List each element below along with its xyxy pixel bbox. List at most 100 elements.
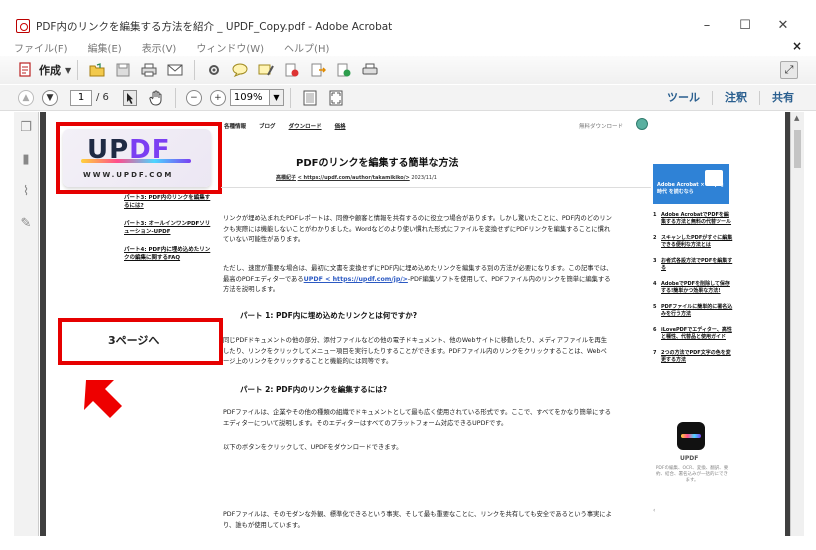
- fit-page-icon[interactable]: [301, 89, 319, 107]
- menu-view[interactable]: 表示(V): [142, 40, 177, 55]
- bookmarks-icon[interactable]: ▮: [19, 152, 33, 168]
- paragraph-links-definition: 同じPDFドキュメントの他の部分、添付ファイルなどの他の電子ドキュメント、他のW…: [223, 337, 608, 365]
- byline-url[interactable]: < https://updf.com/author/takamikiko/>: [298, 175, 410, 181]
- comment-link[interactable]: 注釈: [712, 91, 759, 105]
- close-button[interactable]: ✕: [764, 12, 802, 40]
- minimize-button[interactable]: –: [688, 12, 726, 40]
- toc-item[interactable]: パート3: PDF内のリンクを編集するには?: [124, 194, 214, 210]
- create-button[interactable]: 作成 ▼: [18, 62, 71, 78]
- export-icon[interactable]: [309, 61, 327, 79]
- list-item[interactable]: 6 iLovePDFでエディター、高性と種性、代替品と使用ガイド: [653, 327, 733, 340]
- print-icon[interactable]: [140, 61, 158, 79]
- create-label: 作成: [39, 64, 61, 77]
- highlight-box-page3: 3ページへ: [58, 318, 223, 365]
- list-item[interactable]: 2 スキャンしたPDFがすぐに編集できる便利な方法とは: [653, 235, 733, 248]
- share-link[interactable]: 共有: [759, 91, 806, 105]
- site-nav-price[interactable]: 価格: [335, 122, 346, 130]
- menu-bar: ファイル(F) 編集(E) 表示(V) ウィンドウ(W) ヘルプ(H) ×: [0, 39, 816, 55]
- toc-item[interactable]: パート3: オールインワンPDFソリューション-UPDF: [124, 220, 214, 236]
- updf-link[interactable]: UPDF < https://updf.com/jp/>: [304, 276, 408, 283]
- site-nav-download[interactable]: ダウンロード: [289, 122, 322, 130]
- paragraph-intro: リンクが埋め込まれたPDFレポートは、同僚や顧客と情報を共有するのに役立つ場合が…: [223, 215, 612, 243]
- toolbar-divider: [194, 60, 196, 80]
- updf-app-icon[interactable]: [677, 422, 705, 450]
- article-byline: 高橋紀子 < https://updf.com/author/takamikik…: [276, 174, 437, 181]
- stamp-icon[interactable]: [283, 61, 301, 79]
- zoom-dropdown-chevron-icon[interactable]: ▼: [269, 89, 284, 106]
- banner-text: Adobe Acrobat ×「Tips」時代 を読むなら: [657, 182, 727, 195]
- scan-icon[interactable]: [361, 61, 379, 79]
- full-screen-icon[interactable]: [327, 89, 345, 107]
- menu-edit[interactable]: 編集(E): [88, 40, 122, 55]
- pdf-page: 機能 企業 各種情報 ブログ ダウンロード 価格 無料ダウンロード パート3: …: [46, 112, 785, 536]
- byline-author[interactable]: 高橋紀子: [276, 175, 296, 181]
- app-name: UPDF: [680, 455, 699, 462]
- window-title: PDF内のリンクを編集する方法を紹介 _ UPDF_Copy.pdf - Ado…: [36, 20, 393, 33]
- menu-file[interactable]: ファイル(F): [14, 40, 68, 55]
- list-item[interactable]: 7 2つの方法でPDF文字の色を変更する方法: [653, 350, 733, 363]
- close-document-button[interactable]: ×: [792, 39, 802, 53]
- attachments-icon[interactable]: ⌇: [19, 184, 33, 200]
- logo-stripe: [81, 159, 191, 163]
- zoom-level-input[interactable]: 109%: [229, 89, 270, 106]
- main-toolbar: 作成 ▼ ⤢: [0, 56, 816, 84]
- scroll-thumb[interactable]: [794, 130, 801, 168]
- divider: [221, 187, 651, 188]
- list-item[interactable]: 4 AdobeでPDFを削除して保存する!簡単かつ効果な方法!: [653, 281, 733, 294]
- previous-page-button[interactable]: ▲: [18, 89, 34, 106]
- ad-banner[interactable]: Adobe Acrobat ×「Tips」時代 を読むなら: [653, 164, 729, 204]
- hand-tool-icon[interactable]: [147, 89, 165, 107]
- title-bar: PDF内のリンクを編集する方法を紹介 _ UPDF_Copy.pdf - Ado…: [0, 12, 816, 40]
- save-icon[interactable]: [114, 61, 132, 79]
- create-pdf-icon: [19, 62, 31, 77]
- comment-icon[interactable]: [231, 61, 249, 79]
- table-of-contents: パート3: PDF内のリンクを編集するには? パート3: オールインワンPDFソ…: [124, 194, 214, 272]
- site-nav-info[interactable]: 各種情報: [224, 122, 246, 130]
- navigation-toolbar: ▲ ▼ 1 / 6 − + 109% ▼ ツール 注釈 共有: [0, 85, 816, 111]
- expand-icon[interactable]: ⤢: [780, 61, 798, 79]
- article-heading: PDFのリンクを編集する簡単な方法: [296, 158, 459, 169]
- free-download-link[interactable]: 無料ダウンロード: [579, 122, 623, 130]
- select-tool-icon[interactable]: [121, 89, 139, 107]
- acrobat-logo-icon: [16, 19, 30, 33]
- logo-url: WWW.UPDF.COM: [83, 171, 174, 179]
- acrobat-window: PDF内のリンクを編集する方法を紹介 _ UPDF_Copy.pdf - Ado…: [0, 0, 816, 550]
- combine-icon[interactable]: [335, 61, 353, 79]
- toc-item[interactable]: パート4: PDF内に埋め込めたリンクの編集に関するFAQ: [124, 246, 214, 262]
- signatures-icon[interactable]: ✎: [19, 216, 33, 232]
- chevron-down-icon: ▼: [65, 65, 72, 75]
- paragraph-editor: PDFファイルは、企業やその他の種類の組織でドキュメントとして最も広く使用されて…: [223, 409, 612, 427]
- zoom-in-button[interactable]: +: [209, 89, 226, 106]
- vertical-scrollbar[interactable]: ▲: [790, 112, 804, 536]
- toolbar-divider: [174, 87, 176, 108]
- next-page-button[interactable]: ▼: [42, 89, 58, 106]
- list-item[interactable]: 3 お者式各設方法でPDFを編集する: [653, 258, 733, 271]
- scroll-up-icon[interactable]: ▲: [794, 114, 799, 122]
- paragraph-second: ただし、速度が重要な場合は、最初に文書を変換せずにPDF内に埋め込めたリンクを編…: [223, 265, 613, 293]
- folder-open-icon[interactable]: [88, 61, 106, 79]
- tools-link[interactable]: ツール: [655, 91, 712, 105]
- section-heading-2: パート 2: PDF内のリンクを編集するには?: [240, 385, 388, 394]
- chevron-left-icon[interactable]: ‹: [653, 507, 655, 514]
- list-item[interactable]: 5 PDFファイルに簡単的に署名込みを行う方法: [653, 304, 733, 317]
- settings-icon[interactable]: [205, 61, 223, 79]
- page3-label: 3ページへ: [108, 334, 160, 347]
- updf-logo: UPDF WWW.UPDF.COM: [63, 129, 211, 187]
- menu-help[interactable]: ヘルプ(H): [284, 40, 329, 55]
- menu-window[interactable]: ウィンドウ(W): [196, 40, 264, 55]
- highlight-box-logo: UPDF WWW.UPDF.COM: [56, 122, 222, 194]
- email-icon[interactable]: [166, 61, 184, 79]
- list-item[interactable]: 1 Adobe AcrobatでPDFを編集する方法と無料の代替ツール: [653, 212, 733, 225]
- page-number-input[interactable]: 1: [70, 89, 92, 106]
- toolbar-divider: [289, 87, 291, 108]
- maximize-button[interactable]: ☐: [726, 12, 764, 40]
- site-nav-blog[interactable]: ブログ: [259, 122, 276, 130]
- zoom-out-button[interactable]: −: [185, 89, 202, 106]
- app-description: PDFの編集、OCR、変換、翻訳、要約、結合、署名込みが一括的にできます。: [655, 466, 729, 483]
- navigation-pane: ❐ ▮ ⌇ ✎: [14, 112, 39, 536]
- section-heading-1: パート 1: PDF内に埋め込めたリンクとは何ですか?: [240, 311, 418, 320]
- page-thumbnails-icon[interactable]: ❐: [19, 120, 33, 136]
- panel-links: ツール 注釈 共有: [655, 85, 806, 111]
- highlight-icon[interactable]: [257, 61, 275, 79]
- byline-date: 2023/11/1: [411, 175, 437, 181]
